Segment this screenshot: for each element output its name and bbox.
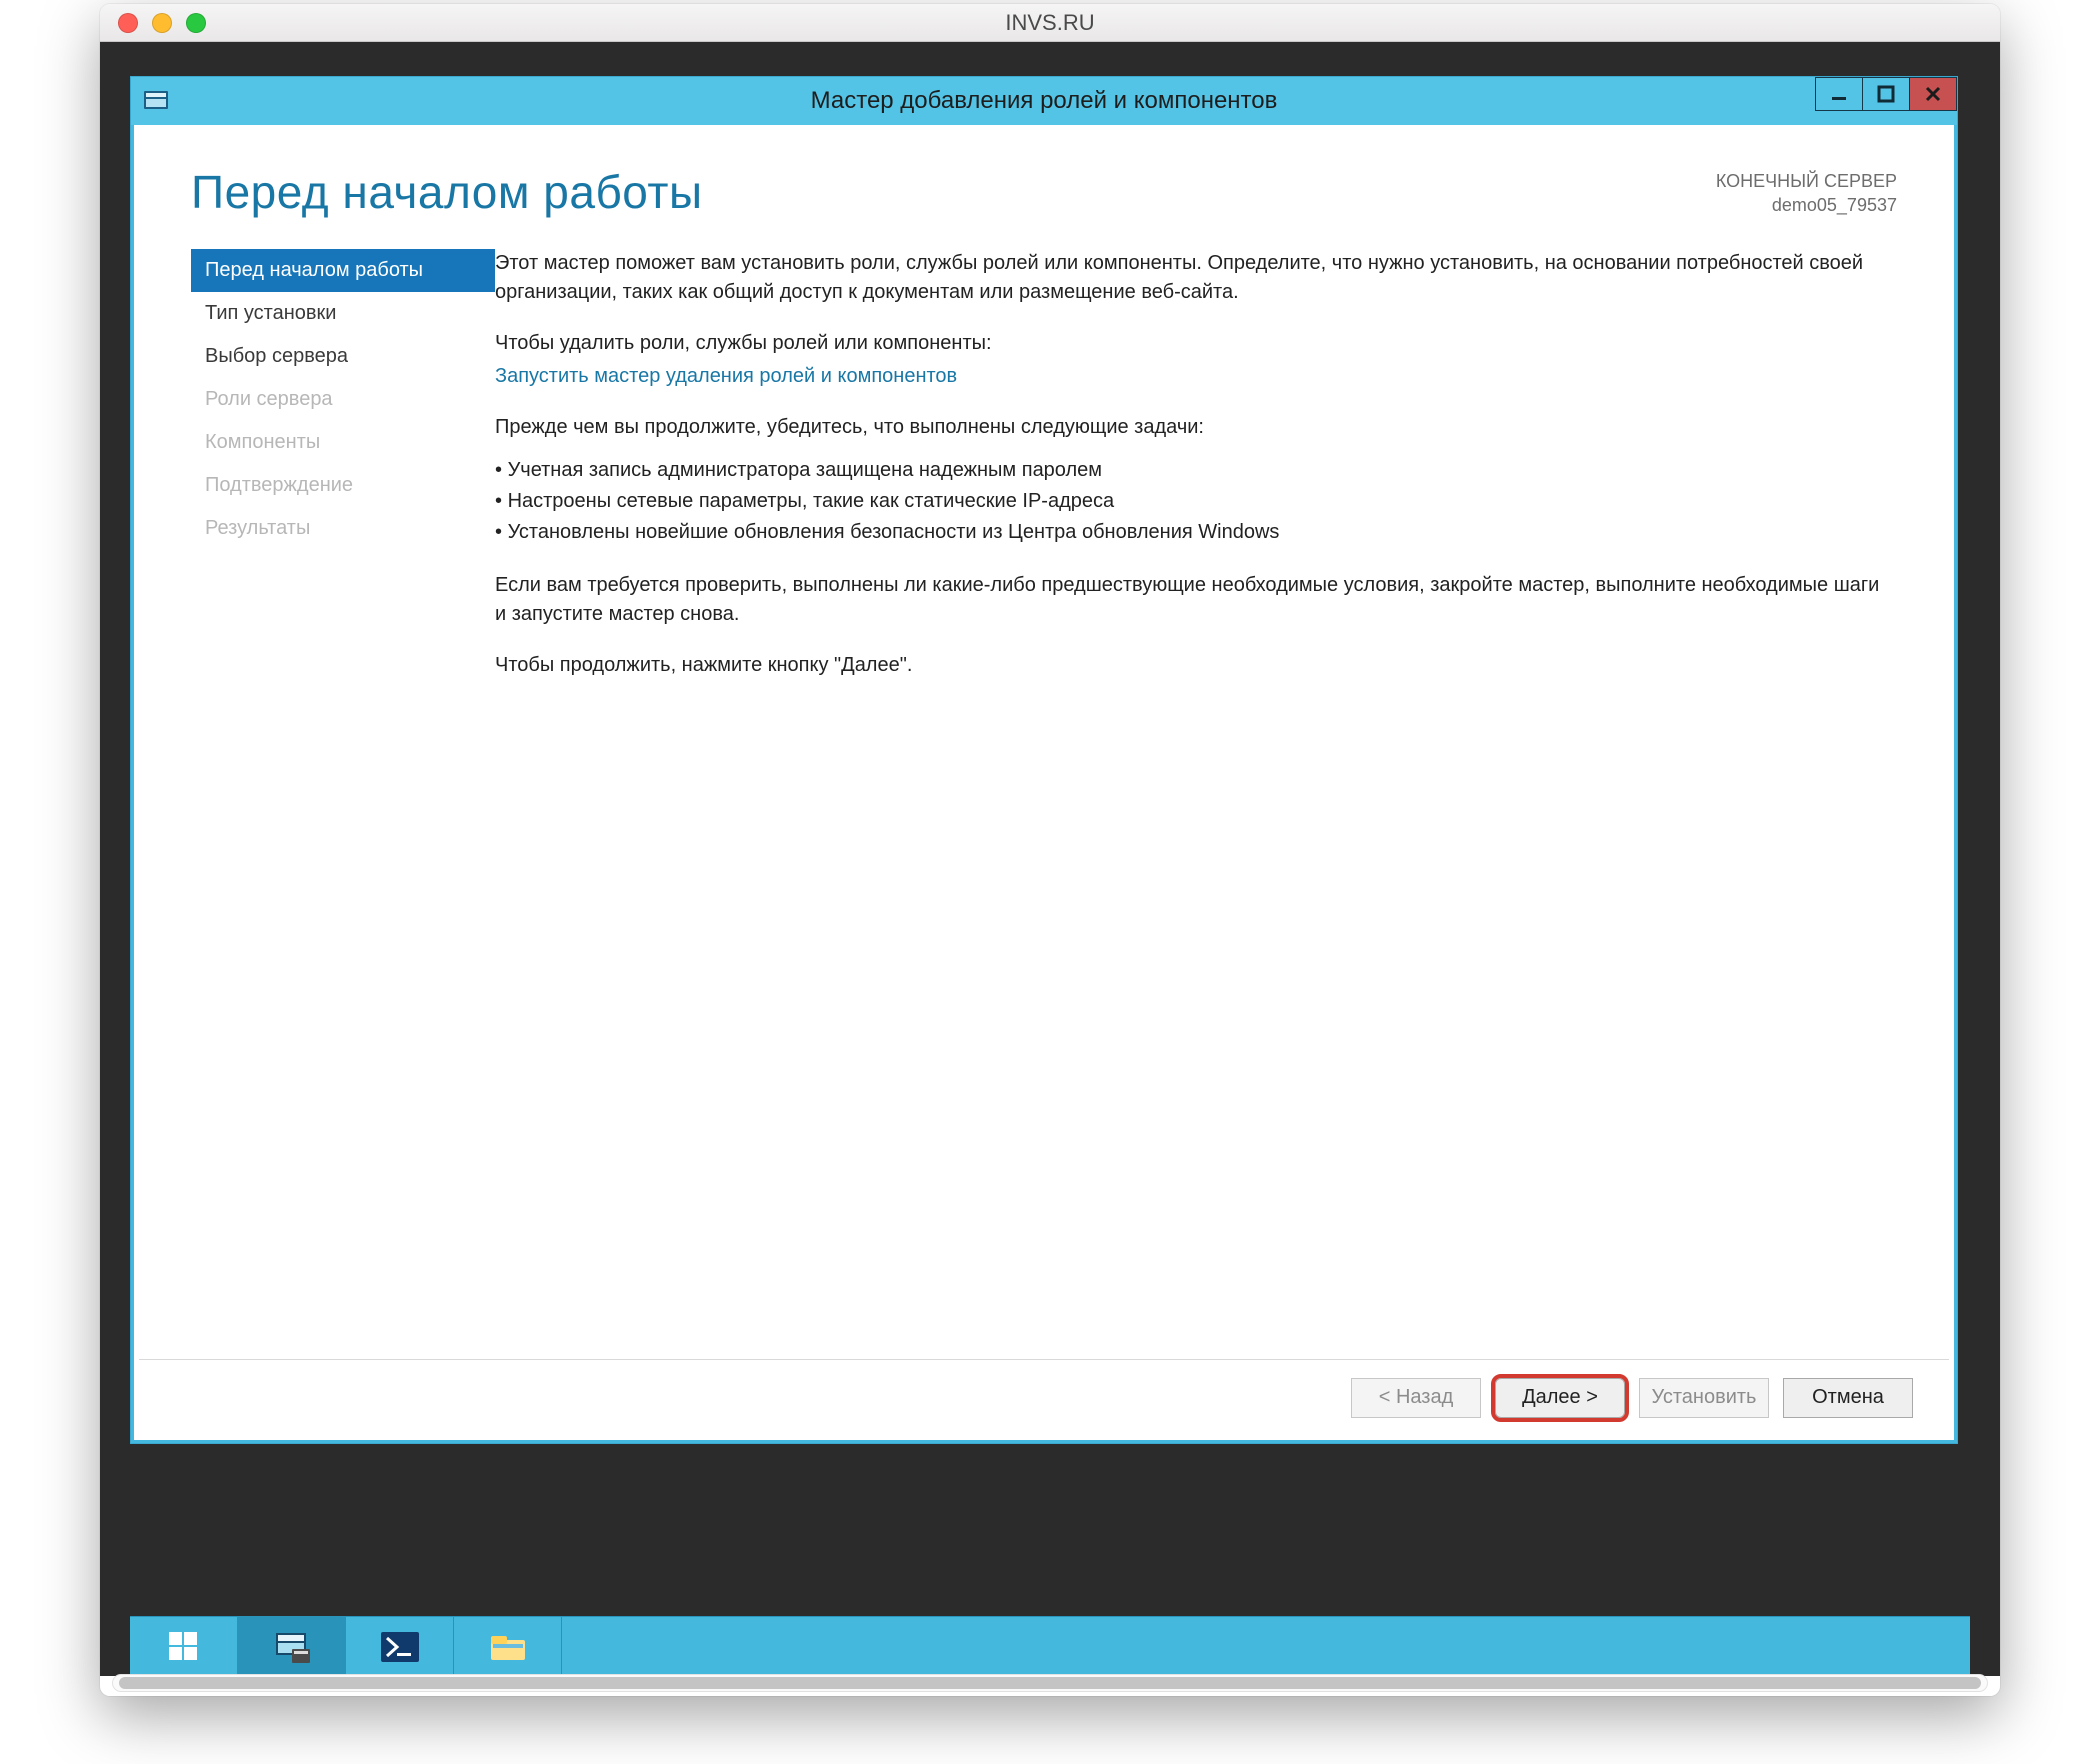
remove-heading: Чтобы удалить роли, службы ролей или ком… xyxy=(495,329,1893,358)
nav-install-type[interactable]: Тип установки xyxy=(191,292,495,335)
wizard-title: Мастер добавления ролей и компонентов xyxy=(131,87,1957,115)
start-button[interactable] xyxy=(130,1617,238,1676)
nav-features: Компоненты xyxy=(191,421,495,464)
mac-titlebar[interactable]: INVS.RU xyxy=(100,4,2000,42)
prereq-list: Учетная запись администратора защищена н… xyxy=(495,454,1893,549)
if-need-text: Если вам требуется проверить, выполнены … xyxy=(495,571,1893,629)
prereq-item: Настроены сетевые параметры, такие как с… xyxy=(495,487,1893,516)
cancel-button[interactable]: Отмена xyxy=(1783,1378,1913,1418)
nav-server-selection[interactable]: Выбор сервера xyxy=(191,335,495,378)
destination-label: КОНЕЧНЫЙ СЕРВЕР xyxy=(1716,169,1897,193)
maximize-button[interactable] xyxy=(1862,77,1910,111)
taskbar-powershell[interactable] xyxy=(346,1617,454,1676)
taskbar-file-explorer[interactable] xyxy=(454,1617,562,1676)
horizontal-scrollbar[interactable] xyxy=(112,1674,1988,1692)
scrollbar-thumb[interactable] xyxy=(119,1677,1981,1689)
destination-server-box: КОНЕЧНЫЙ СЕРВЕР demo05_79537 xyxy=(1716,165,1897,218)
nav-before-you-begin[interactable]: Перед началом работы xyxy=(191,249,495,292)
destination-server: demo05_79537 xyxy=(1716,193,1897,217)
mac-window: INVS.RU Мастер добавления ролей и компон… xyxy=(100,4,2000,1696)
continue-hint: Чтобы продолжить, нажмите кнопку "Далее"… xyxy=(495,651,1893,680)
page-title: Перед началом работы xyxy=(191,165,1716,219)
nav-results: Результаты xyxy=(191,507,495,550)
wizard-window: Мастер добавления ролей и компонентов Пе… xyxy=(130,76,1958,1444)
wizard-nav: Перед началом работы Тип установки Выбор… xyxy=(135,249,495,1413)
back-button: < Назад xyxy=(1351,1378,1481,1418)
window-controls xyxy=(1816,77,1957,111)
taskbar-server-manager[interactable] xyxy=(238,1617,346,1676)
taskbar[interactable] xyxy=(130,1616,1970,1676)
prereq-item: Учетная запись администратора защищена н… xyxy=(495,456,1893,485)
wizard-body: Перед началом работы КОНЕЧНЫЙ СЕРВЕР dem… xyxy=(135,125,1953,1439)
wizard-footer: < Назад Далее > Установить Отмена xyxy=(139,1359,1949,1435)
nav-confirmation: Подтверждение xyxy=(191,464,495,507)
prereq-heading: Прежде чем вы продолжите, убедитесь, что… xyxy=(495,413,1893,442)
remote-desktop-frame: Мастер добавления ролей и компонентов Пе… xyxy=(100,42,2000,1676)
minimize-button[interactable] xyxy=(1815,77,1863,111)
next-button[interactable]: Далее > xyxy=(1495,1378,1625,1418)
prereq-item: Установлены новейшие обновления безопасн… xyxy=(495,518,1893,547)
wizard-main: Этот мастер поможет вам установить роли,… xyxy=(495,249,1953,1413)
close-button[interactable] xyxy=(1909,77,1957,111)
mac-window-title: INVS.RU xyxy=(100,10,2000,36)
wizard-titlebar[interactable]: Мастер добавления ролей и компонентов xyxy=(131,77,1957,125)
install-button: Установить xyxy=(1639,1378,1769,1418)
intro-text: Этот мастер поможет вам установить роли,… xyxy=(495,249,1893,307)
nav-server-roles: Роли сервера xyxy=(191,378,495,421)
remove-roles-link[interactable]: Запустить мастер удаления ролей и компон… xyxy=(495,365,957,387)
